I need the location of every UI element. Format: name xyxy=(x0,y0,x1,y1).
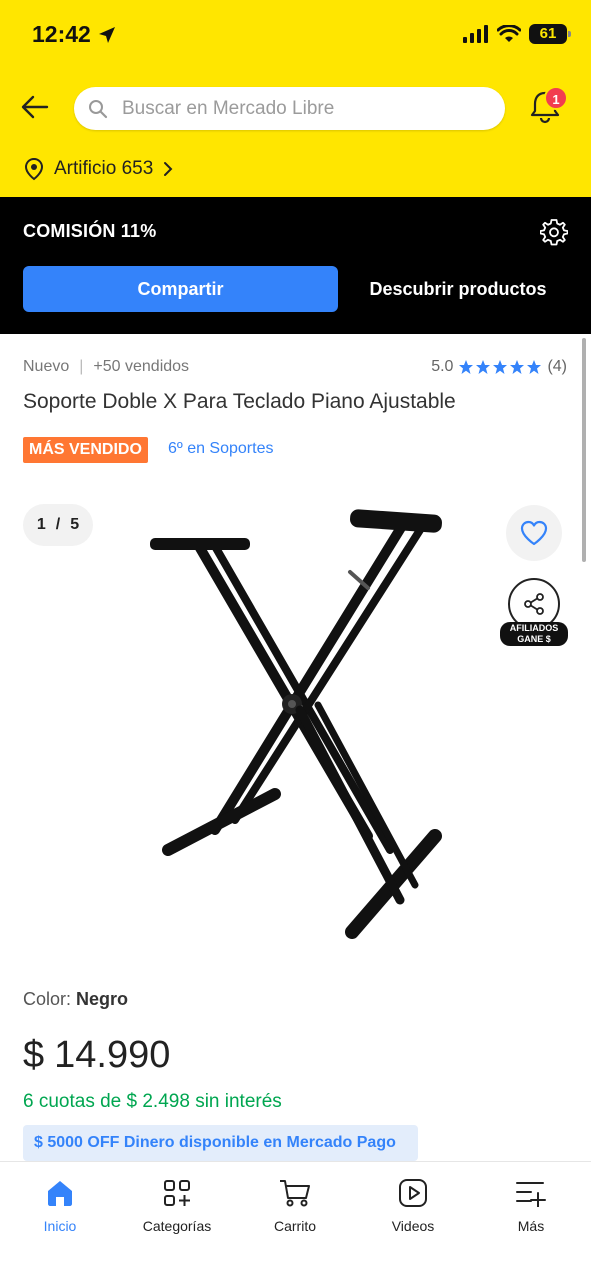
rating-value: 5.0 xyxy=(431,358,454,375)
nav-item-inicio[interactable]: Inicio xyxy=(10,1176,110,1234)
condition-text: Nuevo xyxy=(23,358,70,375)
price-currency: $ xyxy=(23,1034,45,1076)
settings-button[interactable] xyxy=(539,218,569,246)
star-icon xyxy=(476,360,491,374)
location-arrow-icon xyxy=(98,26,115,43)
review-count: (4) xyxy=(547,358,567,375)
gallery-separator: / xyxy=(55,516,61,533)
scrollbar[interactable] xyxy=(582,338,586,562)
affiliate-label-line1: AFILIADOS xyxy=(509,623,559,633)
cart-icon xyxy=(280,1180,310,1207)
star-icon xyxy=(493,360,508,374)
chevron-right-icon xyxy=(164,162,173,176)
nav-item-mas[interactable]: Más xyxy=(481,1176,581,1234)
color-label: Color: xyxy=(23,989,72,1009)
product-image[interactable] xyxy=(140,500,450,950)
affiliate-label: AFILIADOS GANE $ xyxy=(500,622,568,646)
header: 12:42 61 Buscar en Mercado Libre 1 Artif… xyxy=(0,0,591,197)
wifi-icon xyxy=(497,25,521,42)
star-icon xyxy=(459,360,474,374)
nav-label: Videos xyxy=(391,1218,435,1234)
location-text: Artificio 653 xyxy=(54,158,154,179)
gallery-total: 5 xyxy=(70,516,80,533)
bottom-navigation: Inicio Categorías Carrito Videos Más xyxy=(0,1161,591,1280)
status-bar: 12:42 61 xyxy=(0,0,591,70)
price-amount: 14.990 xyxy=(54,1034,171,1076)
favorite-button[interactable] xyxy=(506,505,562,561)
gear-icon xyxy=(539,219,569,246)
gallery-current: 1 xyxy=(36,516,46,533)
product-title: Soporte Doble X Para Teclado Piano Ajust… xyxy=(23,390,456,413)
signal-icon xyxy=(463,25,488,43)
categories-icon xyxy=(164,1180,190,1206)
star-icon xyxy=(510,360,525,374)
share-icon xyxy=(524,593,544,615)
nav-label: Inicio xyxy=(43,1218,77,1234)
time-text: 12:42 xyxy=(32,21,91,47)
product-price: $ 14.990 xyxy=(23,1034,170,1077)
share-button[interactable]: Compartir xyxy=(23,266,338,312)
gallery-counter: 1 / 5 xyxy=(23,504,93,546)
nav-item-videos[interactable]: Videos xyxy=(363,1176,463,1234)
color-value: Negro xyxy=(76,989,129,1009)
rating-stars xyxy=(458,359,542,375)
affiliate-label-line2: GANE $ xyxy=(517,634,551,644)
battery-indicator: 61 xyxy=(529,24,571,44)
product-condition: Nuevo | +50 vendidos xyxy=(23,358,189,376)
sold-count: +50 vendidos xyxy=(93,358,190,375)
nav-label: Categorías xyxy=(142,1218,212,1234)
search-icon xyxy=(89,99,108,118)
product-rating[interactable]: 5.0 (4) xyxy=(431,358,567,376)
nav-item-categorias[interactable]: Categorías xyxy=(127,1176,227,1234)
notification-badge: 1 xyxy=(544,86,568,110)
commission-label: COMISIÓN 11% xyxy=(23,221,157,241)
nav-item-carrito[interactable]: Carrito xyxy=(245,1176,345,1234)
search-input[interactable]: Buscar en Mercado Libre xyxy=(74,87,505,130)
location-selector[interactable]: Artificio 653 xyxy=(24,157,173,181)
heart-icon xyxy=(520,520,548,546)
installments-info: 6 cuotas de $ 2.498 sin interés xyxy=(23,1091,282,1112)
location-pin-icon xyxy=(24,157,44,181)
color-variant: Color: Negro xyxy=(23,989,128,1010)
nav-label: Carrito xyxy=(273,1218,316,1234)
home-icon xyxy=(48,1181,72,1206)
star-icon xyxy=(527,360,542,374)
video-icon xyxy=(399,1179,427,1207)
condition-separator: | xyxy=(79,358,84,375)
category-ranking-link[interactable]: 6º en Soportes xyxy=(168,440,273,458)
discover-products-button[interactable]: Descubrir productos xyxy=(346,266,570,312)
promo-banner[interactable]: $ 5000 OFF Dinero disponible en Mercado … xyxy=(23,1125,418,1161)
status-time: 12:42 xyxy=(32,21,117,48)
search-placeholder: Buscar en Mercado Libre xyxy=(122,97,335,119)
nav-label: Más xyxy=(517,1218,545,1234)
back-button[interactable] xyxy=(18,90,52,124)
status-indicators: 61 xyxy=(463,24,571,44)
best-seller-badge: MÁS VENDIDO xyxy=(23,437,148,463)
back-arrow-icon xyxy=(21,95,49,119)
more-icon xyxy=(516,1182,546,1207)
